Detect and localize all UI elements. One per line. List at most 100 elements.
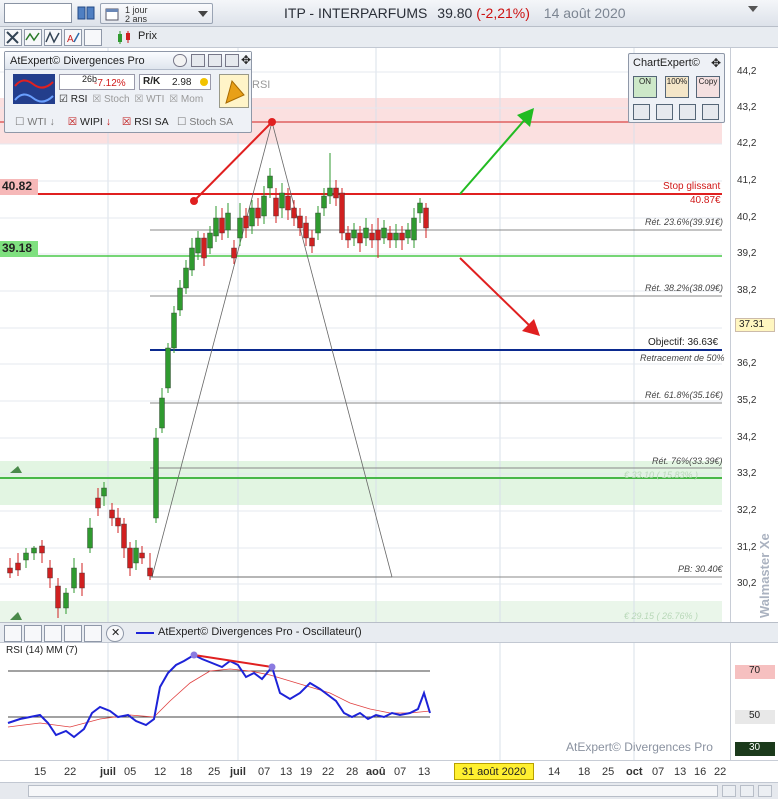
check-wti[interactable]: ☒ WTI bbox=[134, 94, 164, 105]
candle-body bbox=[345, 232, 351, 241]
palette-icon[interactable] bbox=[679, 104, 696, 120]
zigzag-icon[interactable] bbox=[44, 625, 62, 642]
oscillator-title: AtExpert© Divergences Pro - Oscillateur(… bbox=[158, 626, 362, 638]
fib-76-label: Rét. 76%(33.39€) bbox=[652, 456, 723, 466]
candle-body bbox=[101, 487, 107, 497]
pct-button[interactable]: 100% bbox=[665, 76, 689, 98]
candle-body bbox=[71, 567, 77, 589]
info-icon[interactable] bbox=[702, 104, 719, 120]
check-stochsa-mode[interactable]: ☐ Stoch SA bbox=[177, 116, 233, 128]
fib-382-label: Rét. 38.2%(38.09€) bbox=[645, 283, 724, 293]
candle-body bbox=[351, 229, 357, 239]
candle-body bbox=[285, 195, 291, 211]
text-tool-icon[interactable]: A bbox=[64, 29, 82, 46]
ratio-value: 2.98 bbox=[172, 77, 192, 88]
copy-button[interactable]: Copy bbox=[696, 76, 720, 98]
text-tool-icon[interactable] bbox=[64, 625, 82, 642]
book-icon[interactable] bbox=[76, 4, 96, 22]
candle-body bbox=[225, 212, 231, 231]
retracement-label: Retracement de 50% bbox=[640, 353, 725, 363]
candle-body bbox=[255, 207, 261, 219]
wave-indicator-icon[interactable] bbox=[24, 29, 42, 46]
candle-body bbox=[115, 517, 121, 527]
divergence-point-left bbox=[190, 197, 198, 205]
atexpert-panel[interactable]: AtExpert© Divergences Pro ✥ 26b -7.12% R… bbox=[4, 51, 252, 133]
candle-body bbox=[31, 547, 37, 554]
blank-window-icon[interactable] bbox=[84, 29, 102, 46]
blank-window-icon[interactable] bbox=[84, 625, 102, 642]
rsi-label: RSI (14) MM (7) bbox=[6, 645, 78, 656]
period-range: 2 ans bbox=[125, 14, 148, 24]
period-select[interactable]: 1 jour 2 ans bbox=[100, 3, 213, 24]
rsi-30-tag: 30 bbox=[735, 742, 775, 756]
tools-icon[interactable] bbox=[4, 29, 22, 46]
candle-body bbox=[423, 207, 429, 229]
check-wti-mode[interactable]: ☐ WTI ↓ bbox=[15, 116, 55, 128]
candle-body bbox=[87, 527, 93, 549]
candle-body bbox=[153, 437, 159, 519]
divergence-point-right bbox=[268, 118, 276, 126]
move-icon[interactable]: ✥ bbox=[711, 56, 721, 70]
candle-body bbox=[195, 237, 201, 254]
candle-body bbox=[231, 247, 237, 259]
move-icon[interactable]: ✥ bbox=[241, 53, 251, 67]
candle-body bbox=[315, 212, 321, 234]
settings-icon[interactable] bbox=[758, 785, 772, 797]
chartexpert-panel[interactable]: ChartExpert© ✥ ON 100% Copy bbox=[628, 53, 725, 123]
time-axis: 15 22 juil 05 12 18 25 juil 07 13 19 22 … bbox=[0, 760, 778, 782]
candle-body bbox=[133, 547, 139, 564]
fib-236-label: Rét. 23.6%(39.91€) bbox=[645, 217, 724, 227]
zoom-in-icon[interactable] bbox=[740, 785, 754, 797]
settings-icon[interactable] bbox=[208, 54, 222, 67]
check-stoch[interactable]: ☒ Stoch bbox=[92, 94, 129, 105]
candle-body bbox=[121, 523, 127, 549]
candle-body bbox=[387, 232, 393, 241]
divergence-thumb-icon[interactable] bbox=[13, 74, 55, 104]
pencil-icon[interactable] bbox=[656, 104, 673, 120]
price-change: (-2,21%) bbox=[476, 5, 530, 21]
candle-body bbox=[321, 195, 327, 209]
quote-date: 14 août 2020 bbox=[543, 5, 626, 21]
tool-icon[interactable] bbox=[633, 104, 650, 120]
candle-body bbox=[303, 222, 309, 239]
zoom-out-icon[interactable] bbox=[722, 785, 736, 797]
panel-title: AtExpert© Divergences Pro bbox=[10, 55, 145, 67]
chartexpert-title: ChartExpert© bbox=[633, 57, 700, 69]
candle-body bbox=[339, 192, 345, 234]
support-tag: 39.18 bbox=[0, 241, 38, 257]
candle-body bbox=[109, 509, 115, 519]
candle-body bbox=[267, 175, 273, 189]
scroll-thumb[interactable] bbox=[28, 785, 718, 797]
check-wipi-mode[interactable]: ☒ WIPI ↓ bbox=[68, 116, 111, 128]
wave-indicator-icon[interactable] bbox=[24, 625, 42, 642]
candle-body bbox=[393, 232, 399, 241]
candle-body bbox=[55, 585, 61, 609]
bell-icon[interactable] bbox=[219, 74, 249, 108]
on-button[interactable]: ON bbox=[633, 76, 657, 98]
zigzag-icon[interactable] bbox=[44, 29, 62, 46]
fib-618-label: Rét. 61.8%(35.16€) bbox=[645, 390, 724, 400]
candle-body bbox=[95, 497, 101, 509]
candle-body bbox=[363, 227, 369, 239]
candle-body bbox=[63, 592, 69, 609]
check-rsisa-mode[interactable]: ☒ RSI SA bbox=[122, 116, 168, 128]
rsi-oscillator[interactable]: RSI (14) MM (7) AtExpert© Divergences Pr… bbox=[0, 643, 730, 760]
chart-icon[interactable] bbox=[225, 54, 239, 67]
tool-icon[interactable] bbox=[191, 54, 205, 67]
rsi-divergence-point-2 bbox=[268, 663, 276, 671]
scrollbar[interactable] bbox=[0, 782, 778, 799]
symbol-input[interactable] bbox=[4, 3, 72, 23]
price-chart[interactable]: 40.82 39.18 Stop glissant 40.87€ Rét. 23… bbox=[0, 48, 730, 622]
indicator-checks: ☑ RSI ☒ Stoch ☒ WTI ☒ Mom bbox=[59, 94, 203, 108]
check-rsi[interactable]: ☑ RSI bbox=[59, 94, 87, 105]
refresh-icon[interactable] bbox=[173, 54, 187, 67]
menu-caret-icon[interactable] bbox=[748, 6, 758, 12]
rsi-70-tag: 70 bbox=[735, 665, 775, 679]
price-label[interactable]: Prix bbox=[138, 30, 157, 42]
candlestick-icon[interactable] bbox=[116, 30, 134, 45]
candle-body bbox=[273, 197, 279, 217]
check-mom[interactable]: ☒ Mom bbox=[169, 94, 203, 105]
tools-icon[interactable] bbox=[4, 625, 22, 642]
candle-body bbox=[127, 547, 133, 569]
close-icon[interactable]: ✕ bbox=[106, 625, 124, 642]
